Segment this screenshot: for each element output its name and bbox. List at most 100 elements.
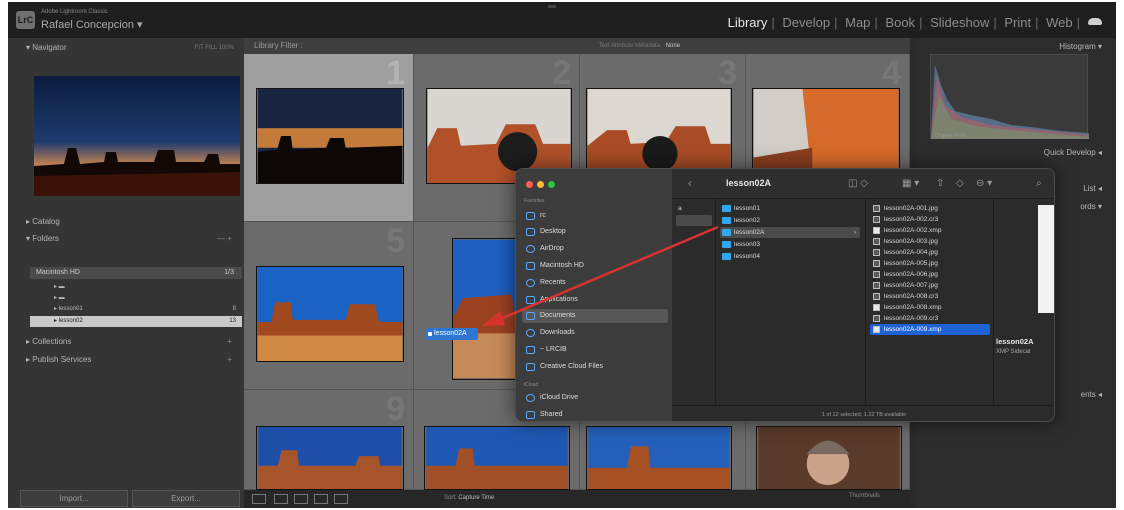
sidebar-item-downloads[interactable]: Downloads bbox=[522, 326, 668, 340]
zoom-icon[interactable] bbox=[548, 181, 555, 188]
comments-header[interactable]: ents ◂ bbox=[1081, 390, 1102, 399]
sidebar-item-recents[interactable]: Recents bbox=[522, 276, 668, 290]
file-item[interactable]: lesson02A-006.jpg bbox=[870, 269, 990, 280]
module-web[interactable]: Web bbox=[1042, 15, 1077, 30]
sidebar-item-desktop[interactable]: Desktop bbox=[522, 225, 668, 239]
thumbnail[interactable] bbox=[586, 426, 732, 490]
sidebar-item-documents[interactable]: Documents bbox=[522, 309, 668, 323]
histogram-header[interactable]: Histogram ▾ bbox=[1059, 42, 1102, 51]
grid-cell[interactable]: 5 bbox=[244, 222, 414, 390]
sidebar-item-macintosh-hd[interactable]: Macintosh HD bbox=[522, 259, 668, 273]
add-collection-icon[interactable]: + bbox=[227, 334, 232, 350]
close-icon[interactable] bbox=[526, 181, 533, 188]
folders-header[interactable]: ▾ Folders — + bbox=[8, 231, 244, 247]
folder-item-selected[interactable]: lesson02A › bbox=[720, 227, 860, 238]
file-item[interactable]: lesson02A-007.jpg bbox=[870, 280, 990, 291]
file-item[interactable]: lesson02A-003.jpg bbox=[870, 236, 990, 247]
view-columns-icon[interactable]: ◫ ◇ bbox=[848, 178, 868, 189]
file-item[interactable]: lesson02A-002.cr3 bbox=[870, 214, 990, 225]
list-item[interactable]: a bbox=[676, 203, 712, 214]
export-button[interactable]: Export... bbox=[132, 490, 240, 507]
grid-cell[interactable]: 1 bbox=[244, 54, 414, 222]
folder-item[interactable]: lesson02 bbox=[720, 215, 860, 226]
group-icon[interactable]: ▦ ▾ bbox=[902, 178, 919, 189]
grid-toolbar: Sort: Capture Time Thumbnails bbox=[244, 490, 910, 508]
grid-view-icon[interactable] bbox=[252, 494, 266, 504]
user-name[interactable]: Rafael Concepcion ▾ bbox=[41, 18, 143, 31]
file-item[interactable]: lesson02A-002.xmp bbox=[870, 225, 990, 236]
catalog-header[interactable]: ▸ Catalog bbox=[8, 214, 244, 230]
folder-row[interactable]: ▸ ▬ bbox=[30, 282, 242, 293]
sidebar-item-rc[interactable]: rc bbox=[522, 209, 668, 223]
module-develop[interactable]: Develop bbox=[778, 15, 834, 30]
search-icon[interactable]: ⌕ bbox=[1036, 178, 1042, 189]
filter-options[interactable]: Text Attribute Metadata bbox=[599, 38, 660, 54]
keywords-header[interactable]: ords ▾ bbox=[1080, 202, 1102, 211]
sidebar-label: rc bbox=[540, 212, 546, 219]
folder-item[interactable]: lesson04 bbox=[720, 251, 860, 262]
filter-none[interactable]: None bbox=[666, 38, 680, 54]
panel-toggle-notch[interactable] bbox=[548, 5, 556, 8]
sidebar-item-lrcib[interactable]: ~ LRCIB bbox=[522, 343, 668, 357]
ords-label: ords bbox=[1080, 202, 1096, 211]
import-button[interactable]: Import... bbox=[20, 490, 128, 507]
sidebar-item-icloud-drive[interactable]: iCloud Drive bbox=[522, 391, 668, 405]
collections-header[interactable]: ▸ Collections + bbox=[8, 334, 244, 350]
grid-cell[interactable]: 9 bbox=[244, 390, 414, 490]
file-item[interactable]: lesson02A-001.jpg bbox=[870, 203, 990, 214]
share-icon[interactable]: ⇧ bbox=[936, 178, 944, 189]
library-filter-label: Library Filter : bbox=[254, 41, 303, 50]
cloud-icon[interactable] bbox=[1088, 18, 1102, 25]
file-item-selected[interactable]: lesson02A-009.xmp bbox=[870, 324, 990, 335]
list-item[interactable] bbox=[676, 215, 712, 226]
thumbnail[interactable] bbox=[256, 426, 404, 490]
thumbnail[interactable] bbox=[424, 426, 570, 490]
quick-develop-header[interactable]: Quick Develop ◂ bbox=[1044, 148, 1102, 157]
thumbnail[interactable] bbox=[256, 266, 404, 362]
navigator-preview[interactable] bbox=[34, 76, 240, 196]
folder-row-lesson02[interactable]: ▸ lesson02 13 bbox=[30, 316, 242, 327]
navigator-header[interactable]: ▾ Navigator FIT FILL 100% bbox=[8, 40, 244, 56]
module-library[interactable]: Library bbox=[724, 15, 772, 30]
file-item[interactable]: lesson02A-005.jpg bbox=[870, 258, 990, 269]
sidebar-item-airdrop[interactable]: AirDrop bbox=[522, 242, 668, 256]
folder-item[interactable]: lesson01 bbox=[720, 203, 860, 214]
survey-view-icon[interactable] bbox=[314, 494, 328, 504]
module-map[interactable]: Map bbox=[841, 15, 874, 30]
collections-label: Collections bbox=[32, 337, 72, 346]
file-item[interactable]: lesson02A-004.jpg bbox=[870, 247, 990, 258]
preview-kind: XMP Sidecar bbox=[996, 349, 1031, 355]
more-actions-icon[interactable]: ⊖ ▾ bbox=[976, 178, 992, 189]
folder-icon bbox=[526, 346, 535, 354]
sort-control[interactable]: Sort: Capture Time bbox=[444, 495, 494, 501]
publish-header[interactable]: ▸ Publish Services + bbox=[8, 352, 244, 368]
sidebar-item-applications[interactable]: Applications bbox=[522, 293, 668, 307]
module-print[interactable]: Print bbox=[1000, 15, 1035, 30]
people-view-icon[interactable] bbox=[334, 494, 348, 504]
folder-row[interactable]: ▸ ▬ bbox=[30, 293, 242, 304]
compare-view-icon[interactable] bbox=[294, 494, 308, 504]
thumbnail-size-slider[interactable]: Thumbnails bbox=[849, 493, 880, 499]
favorites-heading: Favorites bbox=[524, 198, 545, 204]
tag-icon[interactable]: ◇ bbox=[956, 178, 964, 189]
thumbnail[interactable] bbox=[256, 88, 404, 184]
volume-row[interactable]: Macintosh HD 1/3 bbox=[30, 267, 242, 279]
sidebar-item-shared[interactable]: Shared bbox=[522, 408, 668, 421]
file-item[interactable]: lesson02A-009.cr3 bbox=[870, 313, 990, 324]
navigator-zoom[interactable]: FIT FILL 100% bbox=[195, 40, 234, 56]
add-folder-icon[interactable]: — + bbox=[217, 231, 232, 247]
module-slideshow[interactable]: Slideshow bbox=[926, 15, 993, 30]
module-book[interactable]: Book bbox=[881, 15, 919, 30]
file-item[interactable]: lesson02A-008.xmp bbox=[870, 302, 990, 313]
list-toggle[interactable]: List ◂ bbox=[1083, 184, 1102, 193]
folder-item[interactable]: lesson03 bbox=[720, 239, 860, 250]
folder-row-lesson01[interactable]: ▸ lesson01 8 bbox=[30, 304, 242, 315]
file-item[interactable]: lesson02A-008.cr3 bbox=[870, 291, 990, 302]
minimize-icon[interactable] bbox=[537, 181, 544, 188]
add-publish-icon[interactable]: + bbox=[227, 352, 232, 368]
loupe-view-icon[interactable] bbox=[274, 494, 288, 504]
back-icon[interactable]: ‹ bbox=[688, 176, 692, 190]
sidebar-item-creative-cloud[interactable]: Creative Cloud Files bbox=[522, 360, 668, 374]
thumbnail[interactable] bbox=[756, 426, 902, 490]
lesson01-count: 8 bbox=[232, 306, 236, 312]
